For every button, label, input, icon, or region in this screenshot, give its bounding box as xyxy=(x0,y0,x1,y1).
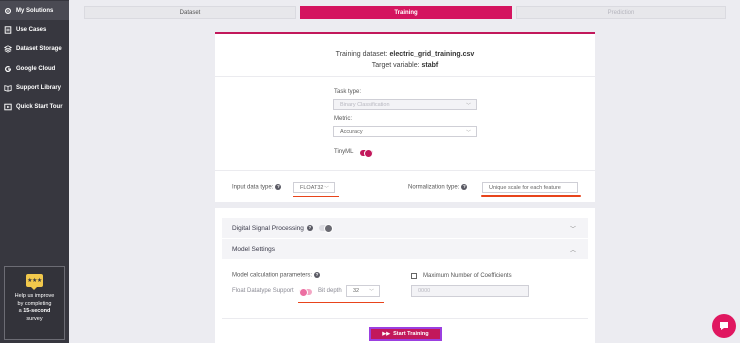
metric-label: Metric: xyxy=(334,116,352,122)
task-type-select: Binary Classification ﹀ xyxy=(333,99,477,110)
float-datatype-support-label: Float Datatype Support xyxy=(232,288,294,294)
help-icon[interactable]: ? xyxy=(306,225,313,231)
input-data-type-label: Input data type:? xyxy=(232,184,282,191)
sidebar-item-label: Dataset Storage xyxy=(16,45,62,52)
sidebar-item-label: Google Cloud xyxy=(16,65,56,72)
sidebar-item-use-cases[interactable]: Use Cases xyxy=(0,20,69,39)
layers-icon xyxy=(4,44,12,53)
gear-icon xyxy=(4,7,12,15)
sidebar-item-google-cloud[interactable]: Google Cloud xyxy=(0,59,69,78)
max-coefficients-label: Maximum Number of Coefficients xyxy=(423,273,512,279)
step-dataset[interactable]: Dataset xyxy=(84,6,296,19)
bit-depth-select[interactable]: 32 ﹀ xyxy=(346,285,380,297)
divider xyxy=(222,318,588,319)
model-calc-params-label: Model calculation parameters:? xyxy=(232,272,321,279)
survey-text: Help us improve by completing a 15-secon… xyxy=(14,293,55,322)
play-icon: ▶▶ xyxy=(382,331,391,337)
red-underline xyxy=(481,195,581,197)
sidebar-item-label: My Solutions xyxy=(16,7,54,14)
tinyml-label: TinyML xyxy=(334,149,354,155)
book-icon xyxy=(4,84,12,92)
survey-box[interactable]: ★★★ Help us improve by completing a 15-s… xyxy=(4,266,65,340)
sidebar-item-dataset-storage[interactable]: Dataset Storage xyxy=(0,39,69,58)
dataset-info: Training dataset: electric_grid_training… xyxy=(335,51,475,69)
help-icon[interactable]: ? xyxy=(461,184,468,190)
advanced-settings-card: Digital Signal Processing? ﹀ Model Setti… xyxy=(215,208,595,343)
normalization-type-select[interactable]: Unique scale for each feature xyxy=(482,182,578,193)
chat-bubble-icon xyxy=(720,322,728,330)
metric-select[interactable]: Accuracy ﹀ xyxy=(333,126,477,137)
chevron-down-icon: ﹀ xyxy=(465,103,471,109)
sidebar-item-label: Quick Start Tour xyxy=(16,103,63,110)
start-training-button[interactable]: ▶▶ Start Training xyxy=(369,327,442,341)
document-icon xyxy=(4,25,12,34)
divider xyxy=(215,170,595,171)
tinyml-toggle[interactable] xyxy=(360,149,373,158)
star-rating-icon: ★★★ xyxy=(26,274,43,290)
model-settings-accordion[interactable]: Model Settings ︿ xyxy=(222,239,588,259)
dataset-name: electric_grid_training.csv xyxy=(389,51,475,58)
help-icon[interactable]: ? xyxy=(275,184,282,190)
task-type-label: Task type: xyxy=(334,89,362,95)
sidebar: My Solutions Use Cases Dataset Storage G… xyxy=(0,0,69,343)
chevron-up-icon: ︿ xyxy=(569,248,576,254)
max-coefficients-input[interactable]: 0000 xyxy=(411,285,529,297)
training-config-card: Training dataset: electric_grid_training… xyxy=(215,32,595,202)
google-icon xyxy=(4,65,12,73)
input-data-type-select[interactable]: FLOAT32 ﹀ xyxy=(293,182,335,193)
chat-button[interactable] xyxy=(712,314,736,338)
dsp-toggle[interactable] xyxy=(318,224,333,233)
sidebar-item-my-solutions[interactable]: My Solutions xyxy=(0,1,69,20)
red-underline xyxy=(298,302,384,303)
step-training[interactable]: Training xyxy=(300,6,512,19)
divider xyxy=(215,76,595,77)
dsp-accordion[interactable]: Digital Signal Processing? ﹀ xyxy=(222,218,588,238)
float-datatype-toggle[interactable] xyxy=(299,288,312,297)
chevron-down-icon: ﹀ xyxy=(323,186,329,192)
chevron-down-icon: ﹀ xyxy=(569,227,576,233)
max-coefficients-checkbox[interactable] xyxy=(411,273,417,279)
step-prediction: Prediction xyxy=(516,6,726,19)
normalization-type-label: Normalization type:? xyxy=(408,184,468,191)
sidebar-item-quick-start-tour[interactable]: Quick Start Tour xyxy=(0,97,69,116)
bit-depth-label: Bit depth xyxy=(318,288,342,294)
help-icon[interactable]: ? xyxy=(314,272,321,278)
red-underline xyxy=(293,196,339,197)
sidebar-item-label: Use Cases xyxy=(16,26,47,33)
tour-icon xyxy=(4,103,12,111)
sidebar-item-support-library[interactable]: Support Library xyxy=(0,78,69,97)
chevron-down-icon: ﹀ xyxy=(368,289,374,295)
target-variable: stabf xyxy=(421,62,439,69)
chevron-down-icon: ﹀ xyxy=(465,130,471,136)
sidebar-item-label: Support Library xyxy=(16,84,62,91)
